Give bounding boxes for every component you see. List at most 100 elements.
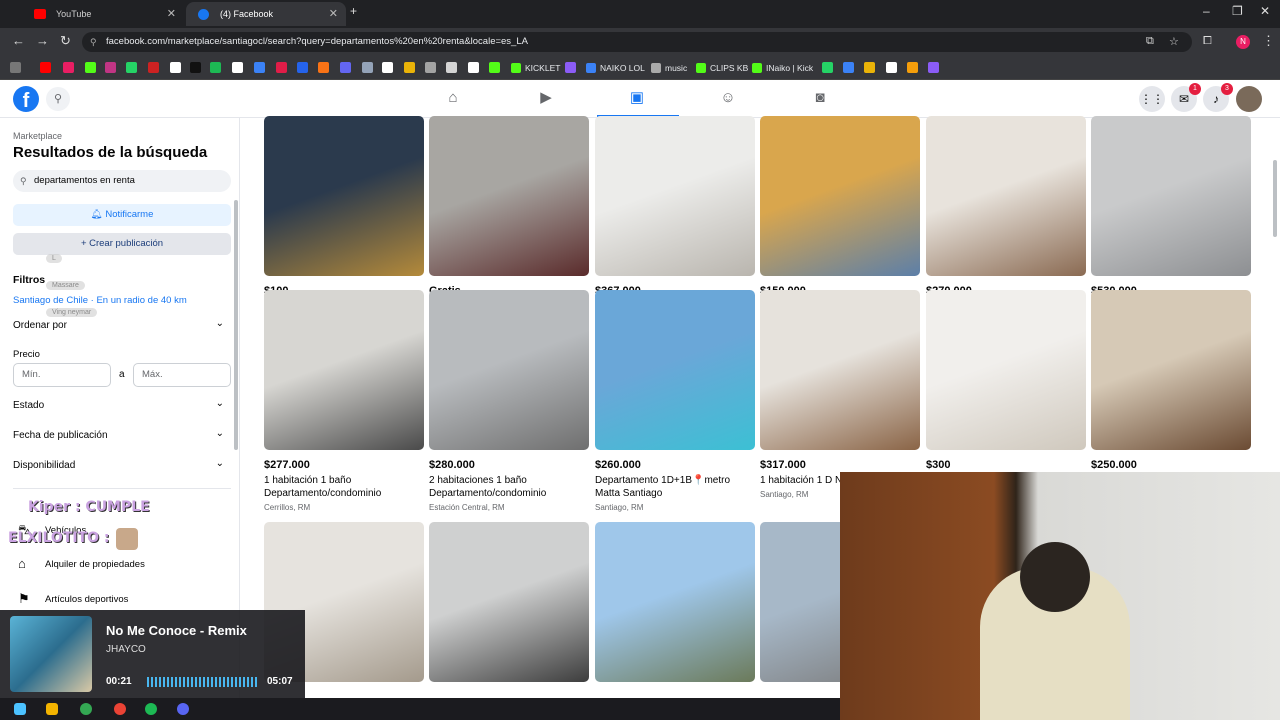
listing-photo[interactable] [1091,116,1251,276]
close-icon[interactable]: ✕ [167,2,176,26]
reload-icon[interactable]: ↻ [60,33,71,49]
groups-icon[interactable]: ☺ [719,89,737,107]
bookmark-icon[interactable] [928,62,939,73]
listing-photo[interactable] [264,290,424,450]
bookmark-icon[interactable] [886,62,897,73]
listing-photo[interactable] [760,116,920,276]
listing-photo[interactable] [595,116,755,276]
profile-avatar[interactable]: N [1236,35,1250,49]
min-price-input[interactable]: Mín. [13,363,111,387]
category-rentals[interactable]: ⌂ Alquiler de propiedades [18,556,145,571]
bookmark-icon[interactable] [489,62,500,73]
bookmark-clips-kb[interactable]: CLIPS KB [696,61,748,75]
discord-icon[interactable] [177,703,189,715]
tab-youtube[interactable]: YouTube ✕ [22,2,184,26]
listing-photo[interactable] [926,290,1086,450]
listing-card[interactable] [429,522,589,691]
minimize-icon[interactable]: – [1203,4,1210,18]
new-tab-icon[interactable]: + [350,4,357,18]
listing-photo[interactable] [1091,290,1251,450]
bookmark-icon[interactable] [382,62,393,73]
maximize-icon[interactable]: ❐ [1232,4,1243,18]
menu-icon[interactable]: ⋮ [1262,33,1275,49]
bookmark-icon[interactable] [907,62,918,73]
bookmark-icon[interactable] [210,62,221,73]
bookmark-icon[interactable] [362,62,373,73]
bookmark-kicklet[interactable]: KICKLET [511,61,560,75]
taskbar-icon[interactable] [46,703,58,715]
bookmark-icon[interactable] [170,62,181,73]
avatar[interactable] [1236,86,1262,112]
bookmark-icon[interactable] [126,62,137,73]
availability-dropdown[interactable]: Disponibilidad ⌄ [13,458,226,471]
bookmark-icon[interactable] [864,62,875,73]
bookmark-icon[interactable] [340,62,351,73]
listing-photo[interactable] [429,522,589,682]
listing-card[interactable]: $300 [926,290,1086,474]
bookmark-icon[interactable] [148,62,159,73]
listing-photo[interactable] [595,290,755,450]
listing-card[interactable]: $317.0001 habitación 1 D NUEVO la cister… [760,290,920,499]
bookmark-icon[interactable] [404,62,415,73]
listing-photo[interactable] [429,290,589,450]
bookmark-icon[interactable] [85,62,96,73]
taskbar-icon[interactable] [114,703,126,715]
bookmark-icon[interactable] [318,62,329,73]
listing-card[interactable]: $260.000 Departamento 1D+1B📍metro Matta S… [595,290,755,512]
apps-icon[interactable] [10,62,21,73]
chrome-icon[interactable] [80,703,92,715]
bookmark-icon[interactable] [565,62,576,73]
listing-card[interactable]: $250.000 [1091,290,1251,474]
marketplace-icon[interactable]: ▣ [628,89,646,107]
facebook-logo[interactable]: f [13,86,39,112]
notify-button[interactable]: 🔔︎ Notificarme [13,204,231,226]
close-icon[interactable]: ✕ [329,2,338,26]
date-dropdown[interactable]: Fecha de publicación ⌄ [13,428,226,441]
bookmark-icon[interactable] [425,62,436,73]
bookmark-icon[interactable] [63,62,74,73]
sort-dropdown[interactable]: Ordenar por ⌄ [13,318,226,331]
url-input[interactable]: ⚲ facebook.com/marketplace/santiagocl/se… [82,32,1192,52]
messenger-icon[interactable]: ✉ 1 [1171,83,1201,112]
menu-grid-icon[interactable]: ⋮⋮ [1139,86,1165,112]
listing-photo[interactable] [595,522,755,682]
gaming-icon[interactable]: ◙ [811,89,829,107]
listing-photo[interactable] [760,290,920,450]
bookmark-icon[interactable] [105,62,116,73]
install-icon[interactable]: ⧉ [1146,35,1154,48]
bookmark-inaiko-kick[interactable]: INaiko | Kick [752,61,813,75]
listing-photo[interactable] [926,116,1086,276]
forward-icon[interactable]: → [36,33,49,48]
listing-card[interactable]: $280.000 2 habitaciones 1 baño Departamen… [429,290,589,512]
bookmark-icon[interactable] [190,62,201,73]
video-icon[interactable]: ▶ [537,89,555,107]
tab-facebook[interactable]: (4) Facebook ✕ [186,2,346,26]
location-link[interactable]: Santiago de Chile · En un radio de 40 km [13,295,187,306]
window-close-icon[interactable]: ✕ [1260,4,1270,18]
star-icon[interactable]: ☆ [1169,35,1179,48]
search-icon[interactable]: ⚲ [46,87,70,111]
create-listing-button[interactable]: + Crear publicación [13,233,231,255]
category-sports[interactable]: ⚑ Artículos deportivos [18,591,128,606]
search-input[interactable]: ⚲ departamentos en renta [13,170,231,192]
bookmark-icon[interactable] [254,62,265,73]
bookmark-icon[interactable] [276,62,287,73]
spotify-icon[interactable] [145,703,157,715]
back-icon[interactable]: ← [12,33,25,48]
site-info-icon[interactable]: ⚲ [90,32,97,52]
max-price-input[interactable]: Máx. [133,363,231,387]
listing-photo[interactable] [429,116,589,276]
bookmark-naiko-lol[interactable]: NAIKO LOL [586,61,645,75]
bookmark-music[interactable]: music [651,61,687,75]
sidebar-scrollbar[interactable] [234,200,238,450]
page-scrollbar[interactable] [1273,160,1277,237]
notifications-icon[interactable]: ♪ 3 [1203,83,1233,112]
extensions-icon[interactable]: ⧠ [1203,35,1212,48]
bookmark-icon[interactable] [446,62,457,73]
listing-photo[interactable] [264,116,424,276]
bookmark-icon[interactable] [297,62,308,73]
bookmark-icon[interactable] [843,62,854,73]
listing-card[interactable]: $277.000 1 habitación 1 baño Departamento… [264,290,424,512]
bookmark-icon[interactable] [232,62,243,73]
listing-card[interactable] [595,522,755,691]
